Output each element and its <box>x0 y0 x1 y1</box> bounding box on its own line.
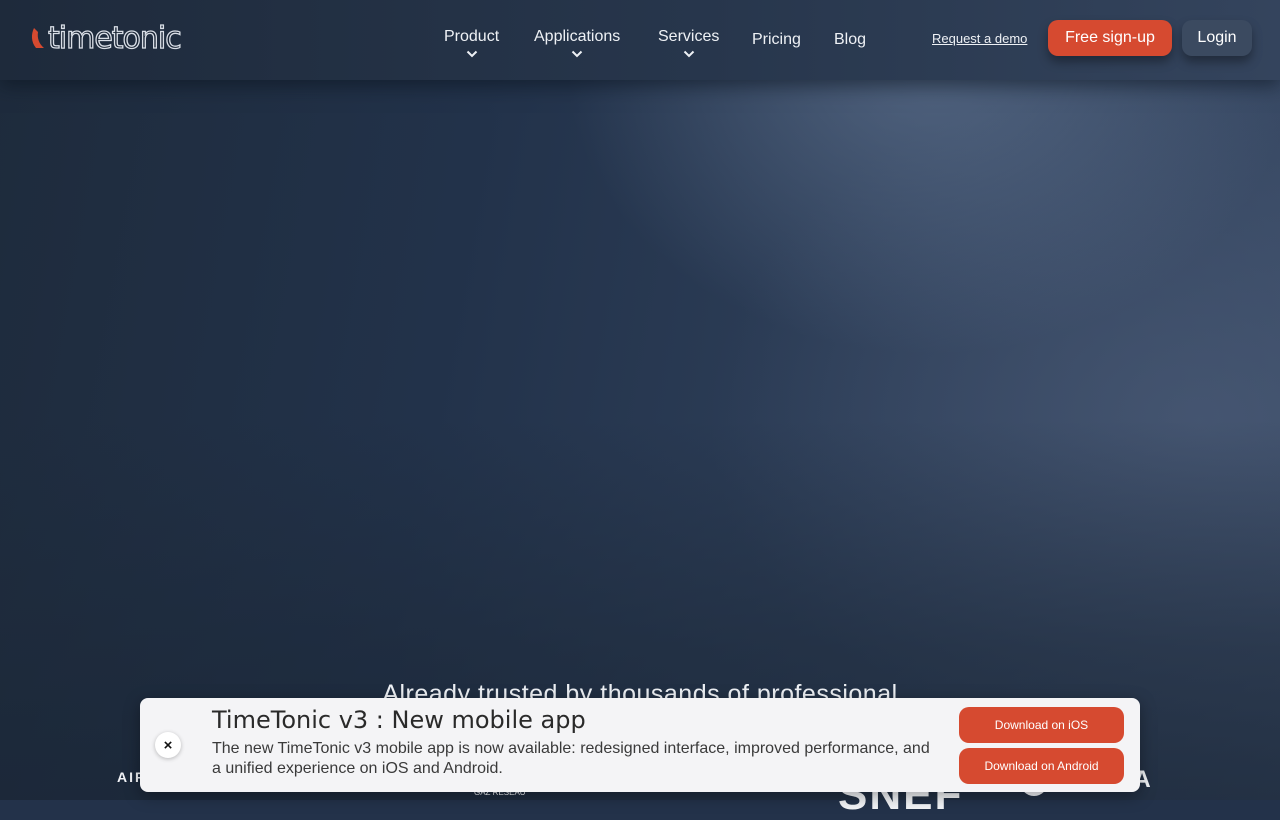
logo-text: timetonic <box>47 20 182 56</box>
nav-label: Applications <box>534 28 621 45</box>
nav-item-applications[interactable]: Applications <box>534 28 620 58</box>
nav-label: Product <box>444 28 500 45</box>
nav-label: Blog <box>834 31 867 48</box>
close-icon[interactable]: × <box>155 732 181 758</box>
chevron-down-icon <box>466 50 477 58</box>
site-header: timetonic Product Applications Services … <box>0 0 1280 80</box>
chevron-down-icon <box>571 50 583 58</box>
chevron-down-icon <box>683 50 694 58</box>
timetonic-logo-icon <box>31 28 44 48</box>
download-android-button[interactable]: Download on Android <box>959 748 1124 784</box>
login-button[interactable]: Login <box>1182 20 1252 56</box>
request-demo-link[interactable]: Request a demo <box>932 31 1027 46</box>
nav-label: Pricing <box>752 31 801 48</box>
nav-item-pricing[interactable]: Pricing <box>752 31 801 49</box>
timetonic-logo[interactable]: timetonic <box>30 20 182 56</box>
banner-description: The new TimeTonic v3 mobile app is now a… <box>212 740 930 777</box>
mobile-app-banner: × TimeTonic v3 : New mobile app The new … <box>140 698 1140 792</box>
download-ios-button[interactable]: Download on iOS <box>959 707 1124 743</box>
nav-label: Services <box>658 28 720 45</box>
nav-item-product[interactable]: Product <box>444 28 499 58</box>
nav-item-blog[interactable]: Blog <box>834 31 866 49</box>
free-signup-button[interactable]: Free sign-up <box>1048 20 1172 56</box>
banner-title: TimeTonic v3 : New mobile app <box>212 706 586 734</box>
nav-item-services[interactable]: Services <box>658 28 719 58</box>
